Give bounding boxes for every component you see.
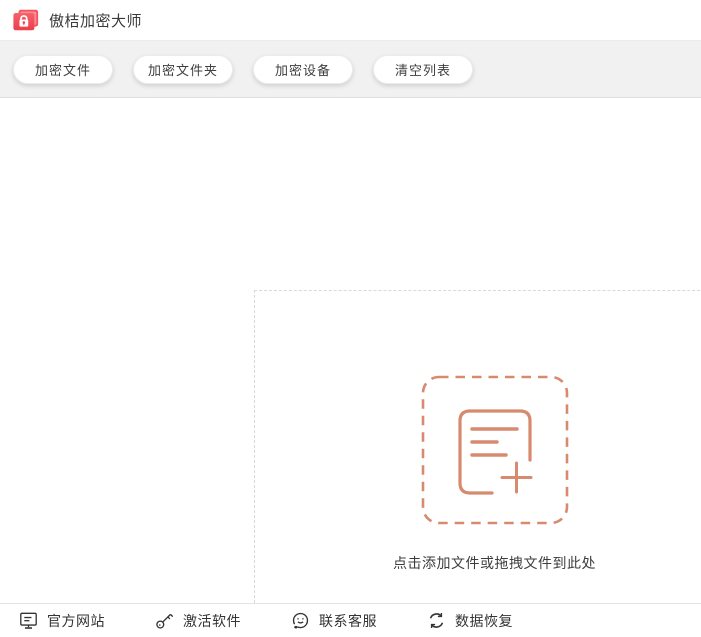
add-file-icon (421, 375, 569, 525)
app-window: { "window": { "title": "傲桔加密大师" }, "tool… (0, 0, 701, 637)
encrypt-device-button[interactable]: 加密设备 (253, 55, 353, 84)
monitor-icon (18, 610, 39, 631)
footer-label: 联系客服 (319, 611, 377, 631)
support-headset-icon (290, 610, 311, 631)
key-icon (154, 610, 175, 631)
app-title: 傲桔加密大师 (49, 10, 142, 31)
footer-item-contact-support[interactable]: 联系客服 (290, 610, 377, 631)
footer-label: 数据恢复 (455, 611, 513, 631)
refresh-icon (426, 610, 447, 631)
footer-item-activate-software[interactable]: 激活软件 (154, 610, 241, 631)
main-content: 点击添加文件或拖拽文件到此处 (0, 98, 701, 603)
footer-label: 官方网站 (47, 611, 105, 631)
drop-hint-text: 点击添加文件或拖拽文件到此处 (393, 553, 596, 573)
encrypt-file-button[interactable]: 加密文件 (13, 55, 113, 84)
footer-label: 激活软件 (183, 611, 241, 631)
app-logo-lock-folder-icon (12, 8, 40, 33)
footer-item-data-recovery[interactable]: 数据恢复 (426, 610, 513, 631)
footer-item-official-website[interactable]: 官方网站 (18, 610, 105, 631)
file-drop-zone[interactable]: 点击添加文件或拖拽文件到此处 (254, 290, 701, 608)
clear-list-button[interactable]: 清空列表 (373, 55, 473, 84)
encrypt-folder-button[interactable]: 加密文件夹 (133, 55, 233, 84)
footer-bar: 官方网站 激活软件 联系客服 数据恢复 (0, 603, 701, 637)
title-bar: 傲桔加密大师 (0, 0, 701, 41)
toolbar: 加密文件 加密文件夹 加密设备 清空列表 (0, 41, 701, 98)
